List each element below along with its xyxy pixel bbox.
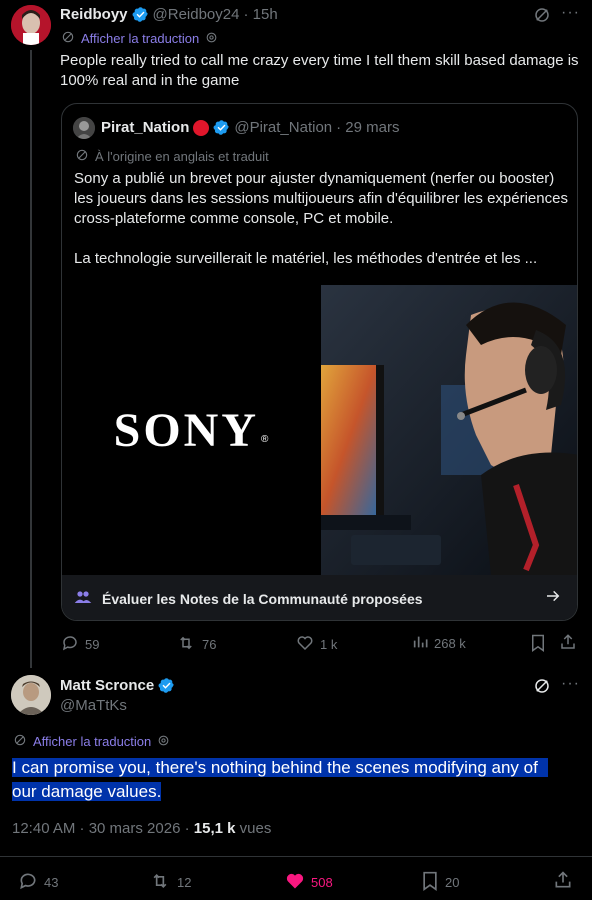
show-translation-link[interactable]: Afficher la traduction — [81, 31, 199, 46]
like-count: 1 k — [320, 637, 338, 652]
reply-count: 43 — [44, 875, 59, 890]
quote-text-1: Sony a publié un brevet pour ajuster dyn… — [74, 170, 568, 227]
repost-button[interactable]: 76 — [176, 634, 216, 655]
grok-icon[interactable] — [533, 677, 551, 700]
translate-icon — [13, 733, 27, 750]
origin-label: À l'origine en anglais et traduit — [95, 149, 269, 164]
grok-icon[interactable] — [533, 6, 551, 29]
quoted-tweet-card[interactable]: Pirat_Nation @Pirat_Nation · 29 mars À l… — [61, 103, 578, 621]
timestamp[interactable]: 12:40 AM · 30 mars 2026 · — [12, 820, 194, 837]
author-name[interactable]: Reidboyy — [60, 6, 128, 23]
settings-icon[interactable] — [205, 31, 218, 47]
bookmark-button[interactable]: 20 — [421, 871, 459, 894]
registered-icon: ® — [260, 433, 269, 445]
thread-line — [30, 50, 32, 668]
more-options-icon[interactable]: ··· — [561, 675, 580, 693]
like-count: 508 — [311, 875, 333, 890]
people-icon — [74, 589, 92, 608]
arrow-right-icon — [545, 588, 561, 607]
tweet-time[interactable]: · 15h — [243, 6, 277, 23]
bookmark-icon — [421, 871, 439, 894]
quote-author-handle[interactable]: @Pirat_Nation — [234, 119, 332, 136]
quote-text-2: La technologie surveillerait le matériel… — [74, 250, 538, 267]
divider — [0, 856, 592, 857]
community-notes-label: Évaluer les Notes de la Communauté propo… — [102, 590, 423, 607]
repost-button[interactable]: 12 — [149, 871, 191, 894]
like-button[interactable]: 1 k — [296, 634, 337, 655]
like-button[interactable]: 508 — [285, 871, 333, 894]
author-name[interactable]: Matt Scronce — [60, 677, 154, 694]
views-count: 15,1 k — [193, 820, 236, 837]
repost-icon — [149, 871, 171, 894]
tweet1-header: Reidboyy @Reidboy24 · 15h — [60, 6, 278, 23]
views-icon — [412, 634, 428, 653]
views-count: 268 k — [434, 636, 466, 651]
show-translation-link[interactable]: Afficher la traduction — [33, 734, 151, 749]
sony-logo: SONY — [113, 403, 259, 457]
red-circle-icon — [193, 119, 210, 136]
repost-count: 12 — [177, 875, 192, 890]
heart-icon — [296, 634, 314, 655]
views-button[interactable]: 268 k — [412, 634, 466, 653]
bookmark-icon[interactable] — [530, 634, 546, 657]
origin-row: À l'origine en anglais et traduit — [75, 148, 269, 165]
author-handle[interactable]: @Reidboy24 — [153, 6, 240, 23]
quote-author-name[interactable]: Pirat_Nation — [101, 119, 189, 136]
tweet1-text: People really tried to call me crazy eve… — [60, 52, 579, 89]
repost-count: 76 — [202, 637, 217, 652]
reply-icon — [61, 634, 79, 655]
gamer-photo[interactable] — [321, 285, 577, 575]
verified-badge-icon — [132, 6, 149, 23]
translate-icon — [75, 148, 89, 165]
heart-filled-icon — [285, 871, 305, 894]
translate-row: Afficher la traduction — [13, 733, 170, 750]
more-options-icon[interactable]: ··· — [561, 4, 580, 22]
translate-icon — [61, 30, 75, 47]
avatar-matt-scronce[interactable] — [11, 675, 51, 715]
repost-icon — [176, 634, 196, 655]
settings-icon[interactable] — [157, 734, 170, 750]
quote-avatar[interactable] — [73, 117, 95, 139]
tweet2-text-line1: I can promise you, there's nothing behin… — [12, 758, 548, 777]
reply-button[interactable]: 43 — [18, 871, 58, 894]
author-handle[interactable]: @MaTtKs — [60, 697, 127, 714]
tweet2-text: I can promise you, there's nothing behin… — [12, 756, 548, 804]
community-notes-banner[interactable]: Évaluer les Notes de la Communauté propo… — [62, 575, 577, 620]
views-label: vues — [235, 820, 272, 837]
reply-count: 59 — [85, 637, 100, 652]
reply-icon — [18, 871, 38, 894]
quote-time[interactable]: · 29 mars — [336, 119, 399, 136]
translate-row: Afficher la traduction — [61, 30, 218, 47]
tweet2-header: Matt Scronce — [60, 677, 175, 694]
tweet2-meta: 12:40 AM · 30 mars 2026 · 15,1 k vues — [12, 820, 271, 837]
share-icon[interactable] — [553, 870, 573, 895]
reply-button[interactable]: 59 — [61, 634, 99, 655]
sony-logo-image[interactable]: SONY ® — [62, 285, 320, 575]
tweet2-text-line2: our damage values. — [12, 782, 162, 801]
bookmark-count: 20 — [445, 875, 460, 890]
avatar-reidboyy[interactable] — [11, 5, 51, 45]
verified-badge-icon — [213, 119, 230, 136]
verified-badge-icon — [158, 677, 175, 694]
quote-header: Pirat_Nation @Pirat_Nation · 29 mars — [101, 119, 400, 136]
share-icon[interactable] — [559, 633, 577, 656]
